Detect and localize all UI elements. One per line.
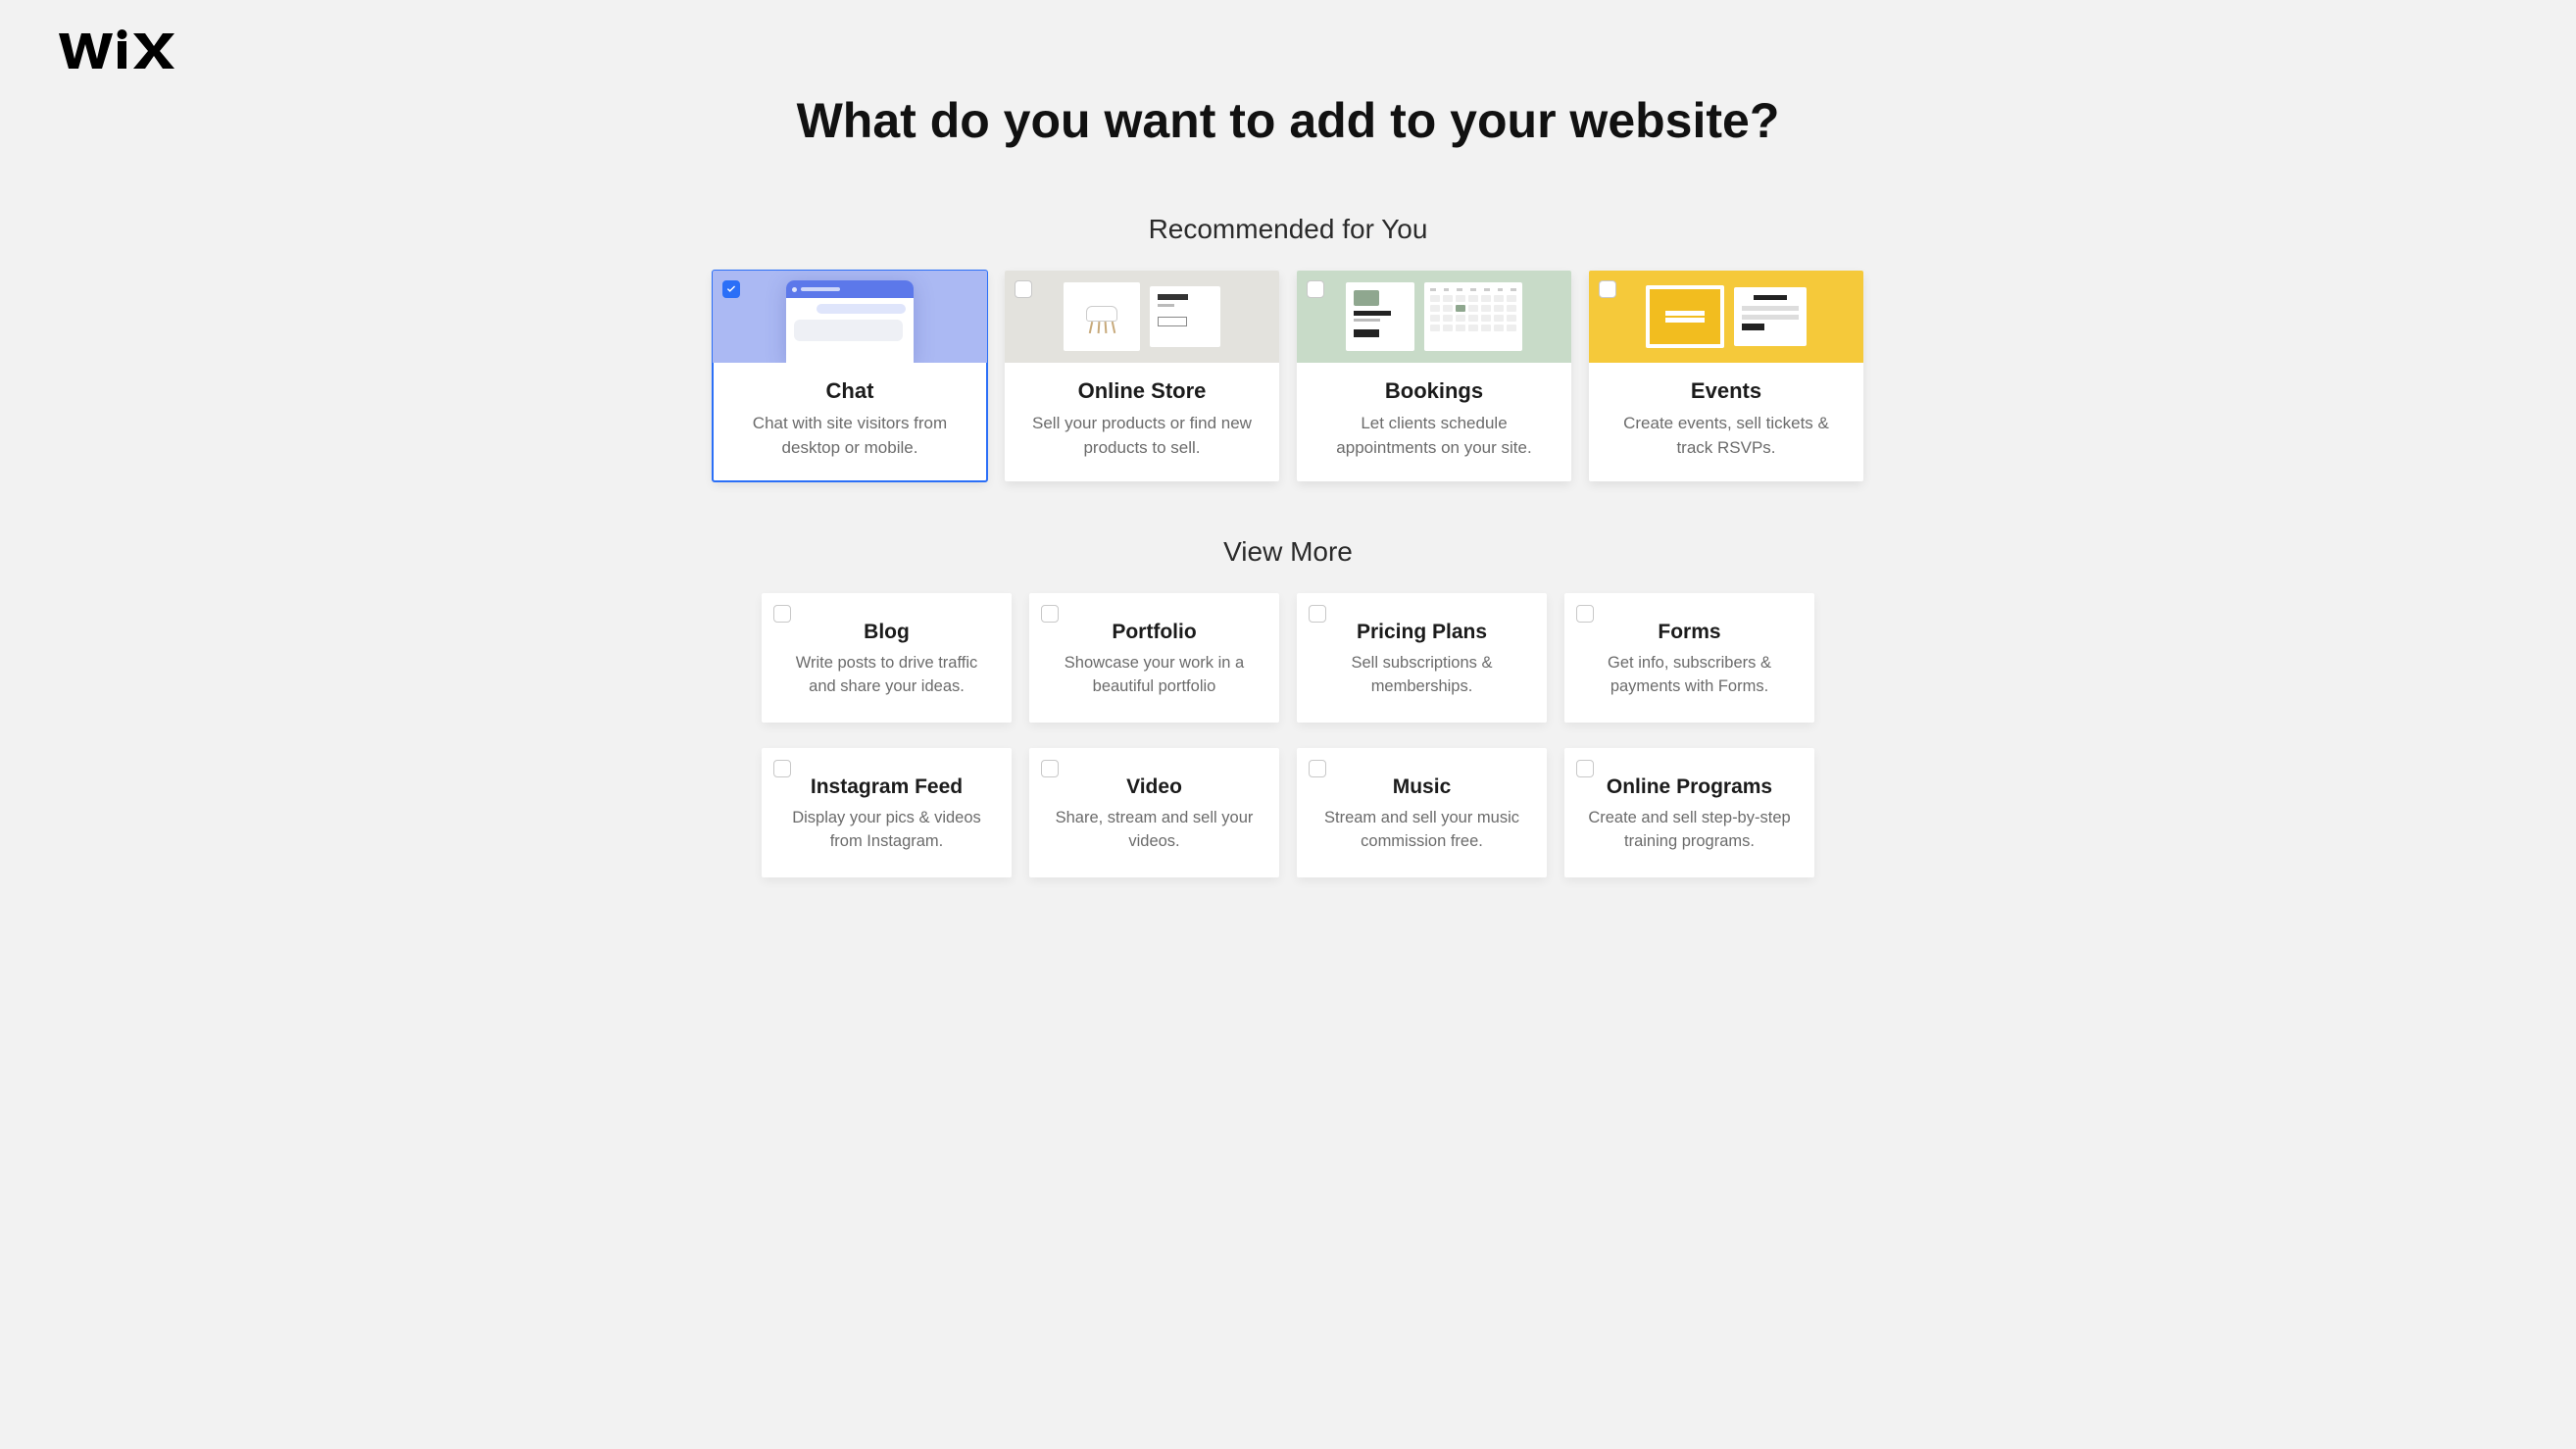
checkbox-portfolio[interactable] [1041,605,1059,623]
more-cards-row-1: Blog Write posts to drive traffic and sh… [59,593,2517,723]
checkbox-pricing-plans[interactable] [1309,605,1326,623]
checkbox-online-store[interactable] [1015,280,1032,298]
feature-card-bookings[interactable]: Bookings Let clients schedule appointmen… [1297,271,1571,481]
feature-card-instagram-feed[interactable]: Instagram Feed Display your pics & video… [762,748,1012,877]
feature-thumb-bookings [1297,271,1571,363]
feature-card-forms[interactable]: Forms Get info, subscribers & payments w… [1564,593,1814,723]
feature-title: Chat [730,378,969,404]
checkbox-blog[interactable] [773,605,791,623]
feature-title: Blog [781,621,992,644]
feature-desc: Share, stream and sell your videos. [1049,807,1260,854]
feature-title: Pricing Plans [1316,621,1527,644]
recommended-cards: Chat Chat with site visitors from deskto… [59,271,2517,481]
feature-title: Instagram Feed [781,775,992,799]
checkbox-video[interactable] [1041,760,1059,777]
feature-title: Online Store [1022,378,1262,404]
more-cards-row-2: Instagram Feed Display your pics & video… [59,748,2517,877]
view-more-heading: View More [59,536,2517,568]
feature-title: Forms [1584,621,1795,644]
feature-desc: Write posts to drive traffic and share y… [781,652,992,699]
wix-logo[interactable] [59,29,2517,73]
feature-desc: Sell your products or find new products … [1022,412,1262,460]
feature-card-pricing-plans[interactable]: Pricing Plans Sell subscriptions & membe… [1297,593,1547,723]
feature-card-portfolio[interactable]: Portfolio Showcase your work in a beauti… [1029,593,1279,723]
feature-desc: Display your pics & videos from Instagra… [781,807,992,854]
feature-desc: Sell subscriptions & memberships. [1316,652,1527,699]
feature-title: Events [1607,378,1846,404]
check-icon [725,283,737,295]
feature-thumb-chat [713,271,987,363]
page-title: What do you want to add to your website? [59,92,2517,149]
feature-card-video[interactable]: Video Share, stream and sell your videos… [1029,748,1279,877]
checkbox-chat[interactable] [722,280,740,298]
feature-card-blog[interactable]: Blog Write posts to drive traffic and sh… [762,593,1012,723]
checkbox-bookings[interactable] [1307,280,1324,298]
feature-title: Music [1316,775,1527,799]
feature-thumb-online-store [1005,271,1279,363]
feature-desc: Create and sell step-by-step training pr… [1584,807,1795,854]
checkbox-events[interactable] [1599,280,1616,298]
feature-card-online-store[interactable]: Online Store Sell your products or find … [1005,271,1279,481]
checkbox-online-programs[interactable] [1576,760,1594,777]
feature-card-chat[interactable]: Chat Chat with site visitors from deskto… [713,271,987,481]
feature-card-events[interactable]: Events Create events, sell tickets & tra… [1589,271,1863,481]
recommended-heading: Recommended for You [59,214,2517,245]
feature-thumb-events [1589,271,1863,363]
feature-card-online-programs[interactable]: Online Programs Create and sell step-by-… [1564,748,1814,877]
feature-title: Bookings [1314,378,1554,404]
checkbox-instagram-feed[interactable] [773,760,791,777]
feature-desc: Get info, subscribers & payments with Fo… [1584,652,1795,699]
feature-card-music[interactable]: Music Stream and sell your music commiss… [1297,748,1547,877]
feature-desc: Stream and sell your music commission fr… [1316,807,1527,854]
feature-desc: Let clients schedule appointments on you… [1314,412,1554,460]
feature-title: Portfolio [1049,621,1260,644]
feature-title: Video [1049,775,1260,799]
feature-desc: Showcase your work in a beautiful portfo… [1049,652,1260,699]
feature-desc: Chat with site visitors from desktop or … [730,412,969,460]
feature-title: Online Programs [1584,775,1795,799]
checkbox-music[interactable] [1309,760,1326,777]
checkbox-forms[interactable] [1576,605,1594,623]
feature-desc: Create events, sell tickets & track RSVP… [1607,412,1846,460]
